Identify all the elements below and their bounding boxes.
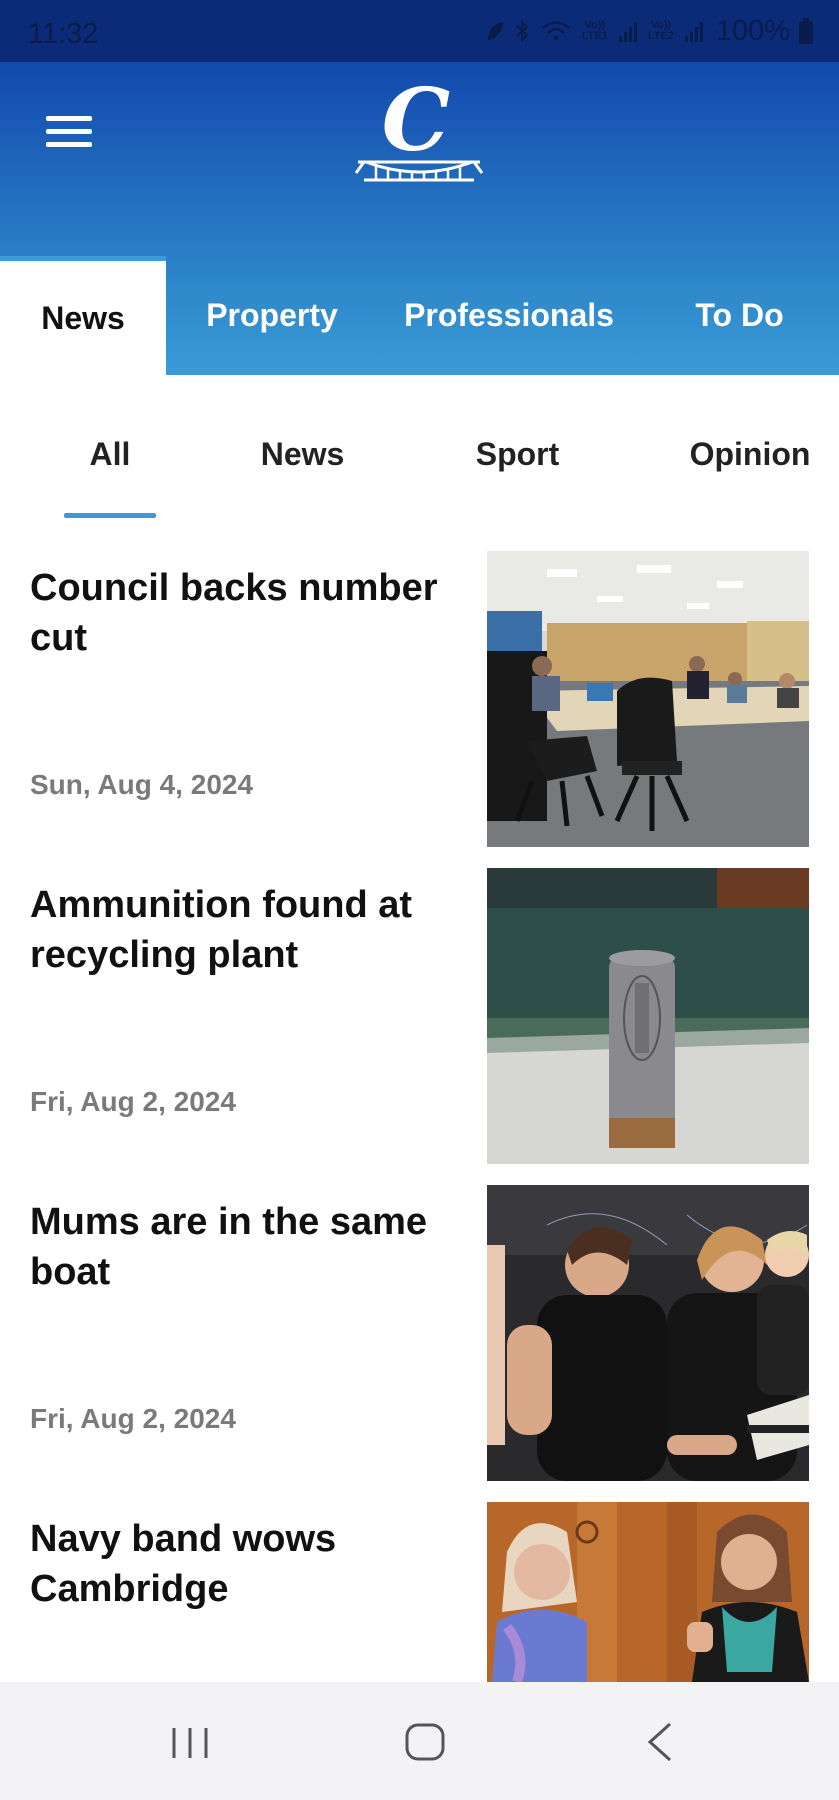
article-title: Mums are in the same boat <box>30 1201 428 1293</box>
signal2-icon <box>684 20 703 42</box>
signal1-icon <box>618 20 637 42</box>
article-thumbnail <box>487 1185 809 1481</box>
subtab-indicator <box>64 513 156 518</box>
system-navigation-bar <box>0 1682 839 1800</box>
status-time: 11:32 <box>28 18 99 50</box>
lte1-label: Vo)) LTE1 <box>581 19 608 42</box>
hamburger-icon-line <box>46 142 92 147</box>
status-bar: 11:32 Vo)) LTE1 Vo)) LTE2 100% <box>0 0 839 62</box>
tab-news[interactable]: News <box>0 256 166 375</box>
article-date: Fri, Aug 2, 2024 <box>30 1403 236 1434</box>
svg-text:C: C <box>382 78 450 171</box>
subtab-news[interactable]: News <box>240 436 365 473</box>
recent-apps-button[interactable] <box>150 1712 230 1772</box>
home-icon <box>405 1723 445 1761</box>
article-date: Fri, Aug 2, 2024 <box>30 1086 236 1117</box>
subtab-sport[interactable]: Sport <box>455 436 580 473</box>
recent-apps-icon <box>172 1728 208 1758</box>
wifi-icon <box>542 21 570 41</box>
article-title: Ammunition found at recycling plant <box>30 884 413 976</box>
status-icons: Vo)) LTE1 Vo)) LTE2 100% <box>485 14 813 48</box>
subtab-all[interactable]: All <box>60 436 160 473</box>
article-thumbnail <box>487 1502 809 1682</box>
hamburger-icon-line <box>46 129 92 134</box>
back-button[interactable] <box>620 1712 700 1772</box>
article-thumbnail <box>487 868 809 1164</box>
lte2-label: Vo)) LTE2 <box>647 19 674 42</box>
article-date: Sun, Aug 4, 2024 <box>30 769 254 800</box>
article-card[interactable]: Council backs number cut Sun, Aug 4, 202… <box>0 551 839 847</box>
article-title: Council backs number cut <box>30 567 438 659</box>
battery-text: 100% <box>715 14 790 47</box>
bluetooth-icon <box>516 19 529 43</box>
tab-to-do[interactable]: To Do <box>640 256 839 375</box>
subtab-opinion[interactable]: Opinion <box>680 436 820 473</box>
home-button[interactable] <box>385 1712 465 1772</box>
menu-button[interactable] <box>40 110 98 154</box>
app-logo[interactable]: C <box>354 70 484 193</box>
article-card[interactable]: Navy band wows Cambridge <box>0 1502 839 1682</box>
back-icon <box>647 1722 672 1762</box>
tab-property[interactable]: Property <box>166 256 378 375</box>
hamburger-icon-line <box>46 116 92 121</box>
battery-icon <box>799 18 813 44</box>
bridge-logo-icon: C <box>354 70 484 182</box>
leaf-icon <box>487 22 503 40</box>
sub-tabs: All News Sport Opinion <box>0 420 839 520</box>
main-tabs: News Property Professionals To Do <box>0 256 839 375</box>
article-card[interactable]: Ammunition found at recycling plant Fri,… <box>0 868 839 1164</box>
article-thumbnail <box>487 551 809 847</box>
article-title: Navy band wows Cambridge <box>30 1518 337 1610</box>
tab-professionals[interactable]: Professionals <box>378 256 640 375</box>
article-card[interactable]: Mums are in the same boat Fri, Aug 2, 20… <box>0 1185 839 1481</box>
